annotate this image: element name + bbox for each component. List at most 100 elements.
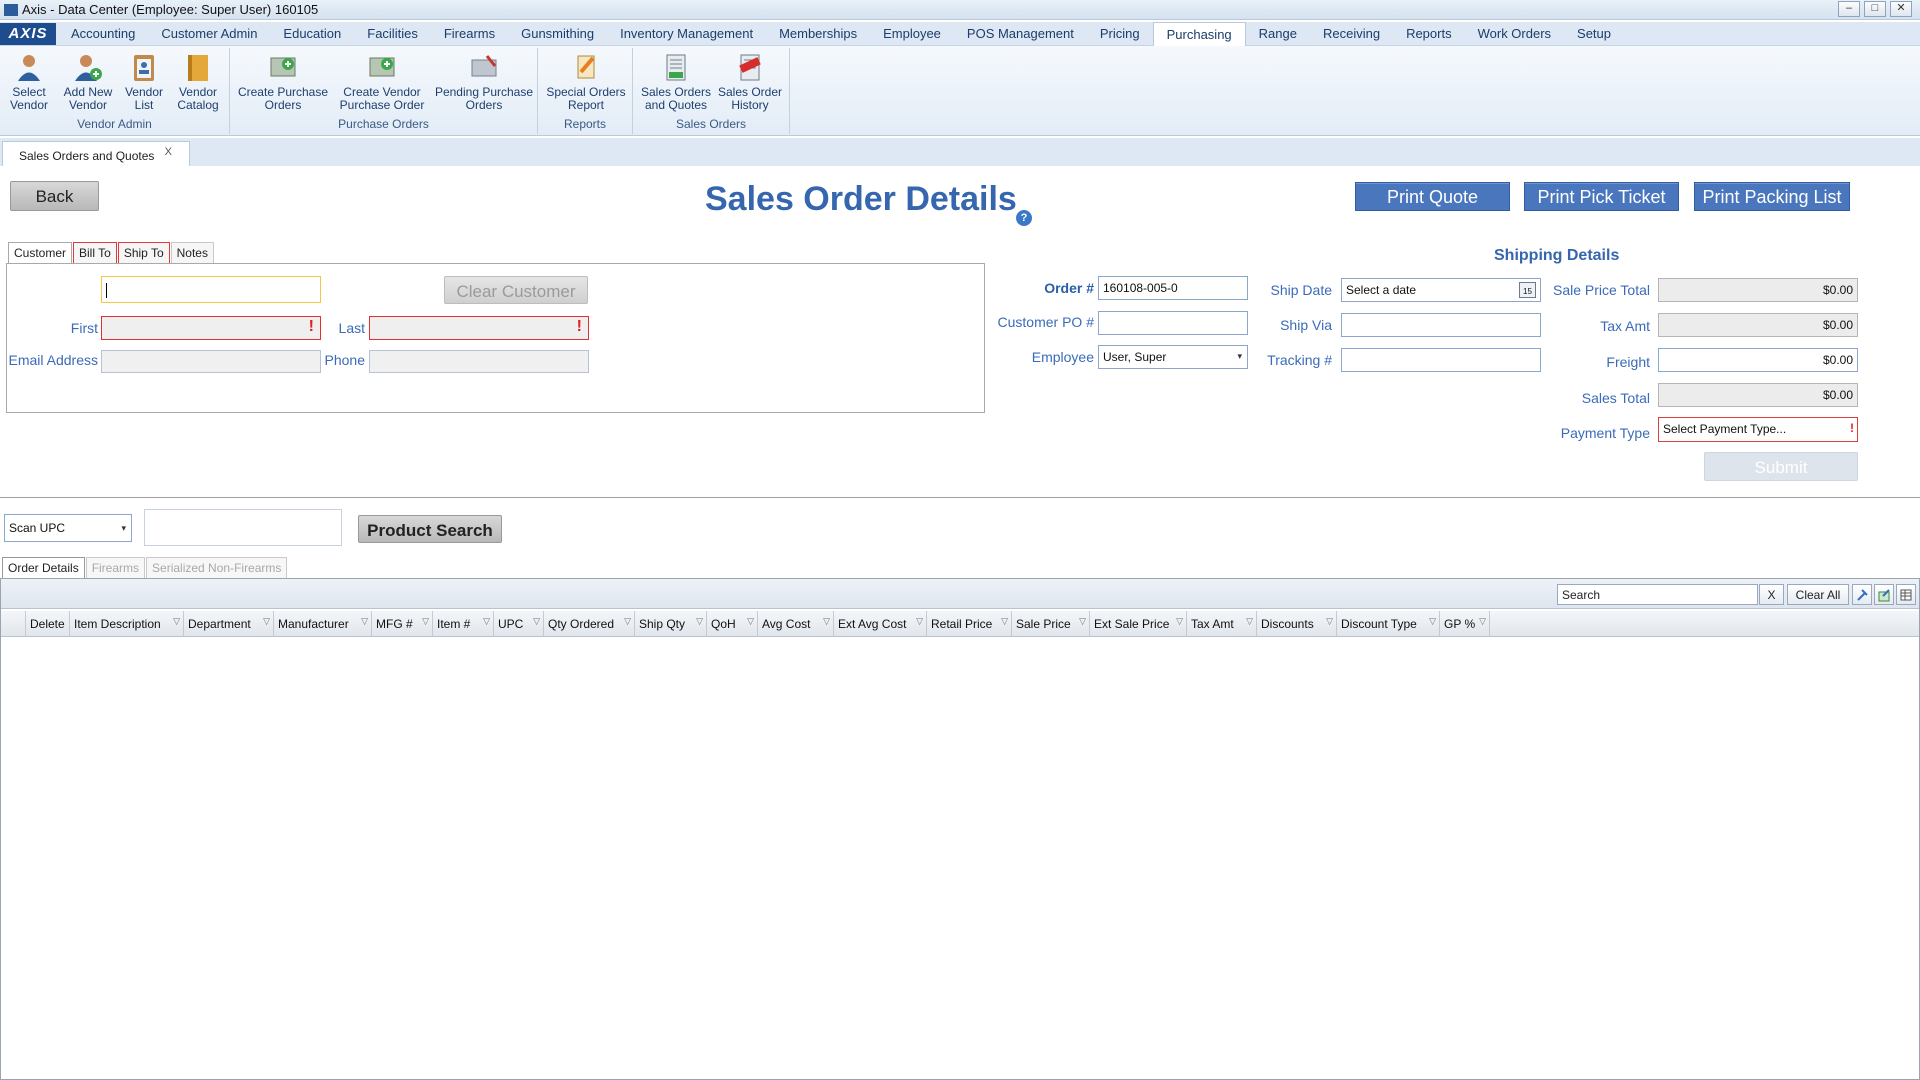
menu-tab-pricing[interactable]: Pricing: [1087, 22, 1153, 46]
vendor-list-button[interactable]: Vendor List: [120, 52, 168, 112]
customer-search-input[interactable]: [101, 276, 321, 303]
column-header-qoh[interactable]: QoH ▽: [707, 611, 758, 637]
column-header-tax-amt[interactable]: Tax Amt ▽: [1187, 611, 1257, 637]
column-header-retail-price[interactable]: Retail Price ▽: [927, 611, 1012, 637]
column-header-manufacturer[interactable]: Manufacturer ▽: [274, 611, 372, 637]
add-new-vendor-button[interactable]: Add New Vendor: [60, 52, 116, 112]
menu-tab-facilities[interactable]: Facilities: [354, 22, 431, 46]
grid-body[interactable]: [1, 638, 1919, 1078]
product-search-button[interactable]: Product Search: [358, 515, 502, 543]
scan-mode-select[interactable]: Scan UPC ▾: [4, 514, 132, 542]
tab-bill-to[interactable]: Bill To: [73, 242, 117, 263]
special-orders-report-button[interactable]: Special Orders Report: [544, 52, 628, 112]
doc-tab-close-button[interactable]: X: [165, 146, 172, 158]
menu-tab-inventory-management[interactable]: Inventory Management: [607, 22, 766, 46]
vendor-catalog-button[interactable]: Vendor Catalog: [172, 52, 224, 112]
create-purchase-orders-button[interactable]: Create Purchase Orders: [236, 52, 330, 112]
select-vendor-button[interactable]: Select Vendor: [6, 52, 52, 112]
tab-ship-to[interactable]: Ship To: [117, 242, 170, 263]
first-name-input[interactable]: !: [101, 316, 321, 340]
column-header-upc[interactable]: UPC ▽: [494, 611, 544, 637]
tab-serialized-non-firearms[interactable]: Serialized Non-Firearms: [146, 557, 288, 578]
column-header-ext-sale-price[interactable]: Ext Sale Price ▽: [1090, 611, 1187, 637]
column-header-ext-avg-cost[interactable]: Ext Avg Cost ▽: [834, 611, 927, 637]
menu-tab-education[interactable]: Education: [270, 22, 354, 46]
filter-icon[interactable]: ▽: [1001, 616, 1008, 627]
tracking-input[interactable]: [1341, 348, 1541, 372]
last-name-input[interactable]: !: [369, 316, 589, 340]
filter-icon[interactable]: ▽: [696, 616, 703, 627]
filter-icon[interactable]: ▽: [1079, 616, 1086, 627]
column-header-gp-percent[interactable]: GP % ▽: [1440, 611, 1490, 637]
menu-tab-work-orders[interactable]: Work Orders: [1465, 22, 1564, 46]
filter-icon[interactable]: ▽: [823, 616, 830, 627]
tab-customer[interactable]: Customer: [8, 242, 73, 263]
help-icon[interactable]: ?: [1016, 210, 1032, 226]
menu-tab-pos-management[interactable]: POS Management: [954, 22, 1087, 46]
scan-input[interactable]: [144, 509, 342, 546]
column-chooser-icon[interactable]: [1896, 584, 1916, 605]
clear-customer-button[interactable]: Clear Customer: [444, 276, 588, 304]
column-header-mfg-number[interactable]: MFG # ▽: [372, 611, 433, 637]
grid-search-input[interactable]: Search: [1557, 584, 1758, 605]
order-number-input[interactable]: 160108-005-0: [1098, 276, 1248, 300]
column-header-delete[interactable]: Delete: [26, 611, 70, 637]
column-header-department[interactable]: Department ▽: [184, 611, 274, 637]
customer-po-input[interactable]: [1098, 311, 1248, 335]
filter-icon[interactable]: ▽: [1479, 616, 1486, 627]
phone-input[interactable]: [369, 350, 589, 373]
sales-orders-and-quotes-button[interactable]: Sales Orders and Quotes: [639, 52, 713, 112]
filter-icon[interactable]: ▽: [747, 616, 754, 627]
pending-purchase-orders-button[interactable]: Pending Purchase Orders: [434, 52, 534, 112]
menu-tab-setup[interactable]: Setup: [1564, 22, 1624, 46]
export-icon[interactable]: [1874, 584, 1894, 605]
menu-tab-range[interactable]: Range: [1246, 22, 1310, 46]
menu-tab-firearms[interactable]: Firearms: [431, 22, 508, 46]
filter-icon[interactable]: ▽: [1246, 616, 1253, 627]
column-header-discounts[interactable]: Discounts ▽: [1257, 611, 1337, 637]
clear-all-button[interactable]: Clear All: [1787, 584, 1849, 605]
tab-notes[interactable]: Notes: [170, 242, 214, 263]
menu-tab-purchasing[interactable]: Purchasing: [1152, 22, 1246, 46]
column-header-ship-qty[interactable]: Ship Qty ▽: [635, 611, 707, 637]
column-header-discount-type[interactable]: Discount Type ▽: [1337, 611, 1440, 637]
print-packing-list-button[interactable]: Print Packing List: [1694, 182, 1850, 211]
print-quote-button[interactable]: Print Quote: [1355, 182, 1510, 211]
filter-icon[interactable]: ▽: [361, 616, 368, 627]
freight-input[interactable]: $0.00: [1658, 348, 1858, 372]
column-header-avg-cost[interactable]: Avg Cost ▽: [758, 611, 834, 637]
column-header-item-number[interactable]: Item # ▽: [433, 611, 494, 637]
print-pick-ticket-button[interactable]: Print Pick Ticket: [1524, 182, 1679, 211]
menu-tab-gunsmithing[interactable]: Gunsmithing: [508, 22, 607, 46]
tab-order-details[interactable]: Order Details: [2, 557, 85, 578]
create-vendor-po-button[interactable]: Create Vendor Purchase Order: [334, 52, 430, 112]
payment-type-select[interactable]: Select Payment Type... !: [1658, 417, 1858, 442]
column-header-selector[interactable]: [1, 611, 26, 637]
filter-icon[interactable]: ▽: [1326, 616, 1333, 627]
back-button[interactable]: Back: [10, 181, 99, 211]
filter-icon[interactable]: ▽: [422, 616, 429, 627]
minimize-button[interactable]: –: [1838, 1, 1860, 17]
menu-tab-memberships[interactable]: Memberships: [766, 22, 870, 46]
tab-firearms[interactable]: Firearms: [85, 557, 146, 578]
menu-tab-employee[interactable]: Employee: [870, 22, 954, 46]
menu-tab-customer-admin[interactable]: Customer Admin: [148, 22, 270, 46]
filter-icon[interactable]: ▽: [483, 616, 490, 627]
email-input[interactable]: [101, 350, 321, 373]
filter-icon[interactable]: ▽: [173, 616, 180, 627]
menu-tab-reports[interactable]: Reports: [1393, 22, 1465, 46]
pin-icon[interactable]: [1852, 584, 1872, 605]
filter-icon[interactable]: ▽: [533, 616, 540, 627]
menu-tab-accounting[interactable]: Accounting: [58, 22, 148, 46]
menu-tab-receiving[interactable]: Receiving: [1310, 22, 1393, 46]
employee-select[interactable]: User, Super ▾: [1098, 345, 1248, 369]
filter-icon[interactable]: ▽: [624, 616, 631, 627]
column-header-sale-price[interactable]: Sale Price ▽: [1012, 611, 1090, 637]
column-header-item-description[interactable]: Item Description ▽: [70, 611, 184, 637]
sales-order-history-button[interactable]: Sales Order History: [715, 52, 785, 112]
calendar-icon[interactable]: 15: [1519, 282, 1536, 298]
maximize-button[interactable]: □: [1864, 1, 1886, 17]
close-window-button[interactable]: ✕: [1890, 1, 1912, 17]
filter-icon[interactable]: ▽: [916, 616, 923, 627]
ship-via-input[interactable]: [1341, 313, 1541, 337]
